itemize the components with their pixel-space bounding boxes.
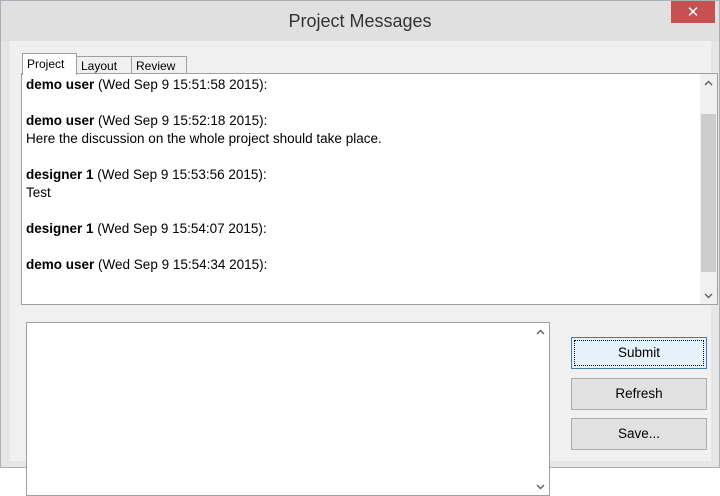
- chevron-down-icon: [704, 293, 713, 298]
- refresh-button[interactable]: Refresh: [571, 378, 707, 410]
- message-timestamp: (Wed Sep 9 15:54:07 2015):: [97, 221, 267, 236]
- message-timestamp: (Wed Sep 9 15:52:18 2015):: [98, 113, 268, 128]
- close-icon: ✕: [686, 3, 700, 21]
- message-author: demo user: [26, 113, 95, 128]
- submit-button[interactable]: Submit: [571, 337, 707, 369]
- message-timestamp: (Wed Sep 9 15:51:58 2015):: [98, 77, 268, 92]
- focus-rectangle: [574, 340, 704, 366]
- message-author: demo user: [26, 257, 95, 272]
- message-author: designer 1: [26, 221, 94, 236]
- message-timestamp: (Wed Sep 9 15:54:34 2015):: [98, 257, 268, 272]
- chevron-up-icon: [704, 80, 713, 85]
- message-body: Here the discussion on the whole project…: [26, 131, 382, 146]
- message-item: demo user (Wed Sep 9 15:54:34 2015):: [26, 256, 697, 274]
- window-title: Project Messages: [288, 11, 432, 31]
- scroll-down-button[interactable]: [700, 287, 717, 304]
- input-scroll-down-button[interactable]: [532, 478, 549, 495]
- message-author: designer 1: [26, 167, 94, 182]
- save-button[interactable]: Save...: [571, 418, 707, 450]
- tab-review[interactable]: Review: [131, 56, 187, 74]
- chevron-up-icon: [536, 329, 545, 334]
- scroll-up-button[interactable]: [700, 74, 717, 91]
- message-body: Test: [26, 185, 51, 200]
- chevron-down-icon: [536, 484, 545, 489]
- message-input[interactable]: [27, 323, 531, 495]
- tab-project[interactable]: Project: [22, 53, 77, 75]
- message-list: demo user (Wed Sep 9 15:51:58 2015): dem…: [26, 76, 697, 292]
- message-author: demo user: [26, 77, 95, 92]
- tab-layout[interactable]: Layout: [76, 56, 132, 74]
- project-messages-window: Project Messages ✕ Project Layout Review…: [0, 0, 720, 496]
- input-scroll-up-button[interactable]: [532, 323, 549, 340]
- message-timestamp: (Wed Sep 9 15:53:56 2015):: [97, 167, 267, 182]
- message-history[interactable]: demo user (Wed Sep 9 15:51:58 2015): dem…: [21, 73, 718, 305]
- message-item: demo user (Wed Sep 9 15:52:18 2015): Her…: [26, 112, 697, 148]
- dialog-client-area: Project Layout Review demo user (Wed Sep…: [10, 41, 718, 496]
- title-bar[interactable]: Project Messages ✕: [1, 1, 719, 41]
- scroll-thumb[interactable]: [701, 114, 716, 272]
- save-button-label: Save...: [617, 426, 661, 441]
- message-item: designer 1 (Wed Sep 9 15:53:56 2015): Te…: [26, 166, 697, 202]
- message-item: demo user (Wed Sep 9 15:51:58 2015):: [26, 76, 697, 94]
- message-input-box: [26, 322, 550, 496]
- message-scrollbar[interactable]: [700, 74, 717, 304]
- refresh-button-label: Refresh: [615, 386, 663, 401]
- close-button[interactable]: ✕: [671, 1, 715, 23]
- input-scrollbar[interactable]: [532, 323, 549, 495]
- message-item: designer 1 (Wed Sep 9 15:54:07 2015):: [26, 220, 697, 238]
